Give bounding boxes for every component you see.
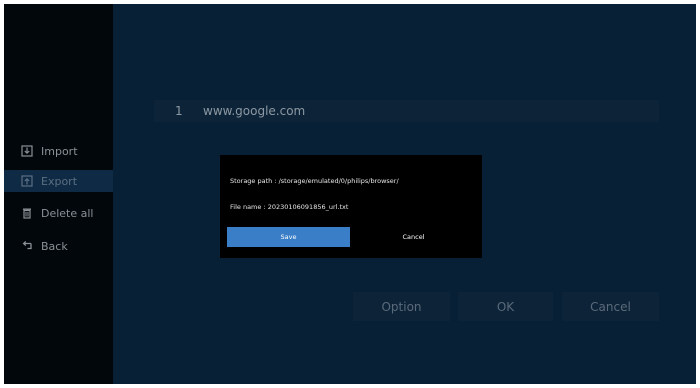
- sidebar-item-label: Delete all: [41, 206, 94, 220]
- sidebar-menu: Import Export Delete all Back: [4, 4, 113, 384]
- sidebar-item-back[interactable]: Back: [4, 235, 113, 257]
- sidebar-item-label: Import: [41, 144, 78, 158]
- sidebar-item-export[interactable]: Export: [4, 170, 113, 192]
- url-index: 1: [175, 104, 183, 118]
- cancel-button[interactable]: Cancel: [562, 292, 659, 321]
- storage-path-text: Storage path : /storage/emulated/0/phili…: [230, 177, 399, 185]
- import-icon: [21, 145, 33, 157]
- sidebar-item-import[interactable]: Import: [4, 140, 113, 162]
- sidebar-item-label: Back: [41, 239, 68, 253]
- back-arrow-icon: [21, 240, 33, 252]
- sidebar-item-label: Export: [41, 174, 78, 188]
- export-dialog: Storage path : /storage/emulated/0/phili…: [220, 155, 482, 258]
- ok-button[interactable]: OK: [458, 292, 553, 321]
- dialog-cancel-button[interactable]: Cancel: [352, 227, 475, 247]
- sidebar-item-delete-all[interactable]: Delete all: [4, 202, 113, 224]
- url-text: www.google.com: [203, 104, 306, 118]
- export-icon: [21, 175, 33, 187]
- option-button[interactable]: Option: [353, 292, 450, 321]
- file-name-text: File name : 20230106091856_url.txt: [230, 203, 349, 211]
- browser-settings-screen: Import Export Delete all Back 1 www.goog…: [4, 4, 696, 384]
- trash-icon: [21, 207, 33, 219]
- dialog-save-button[interactable]: Save: [227, 227, 350, 247]
- url-list-item[interactable]: 1 www.google.com: [154, 100, 659, 122]
